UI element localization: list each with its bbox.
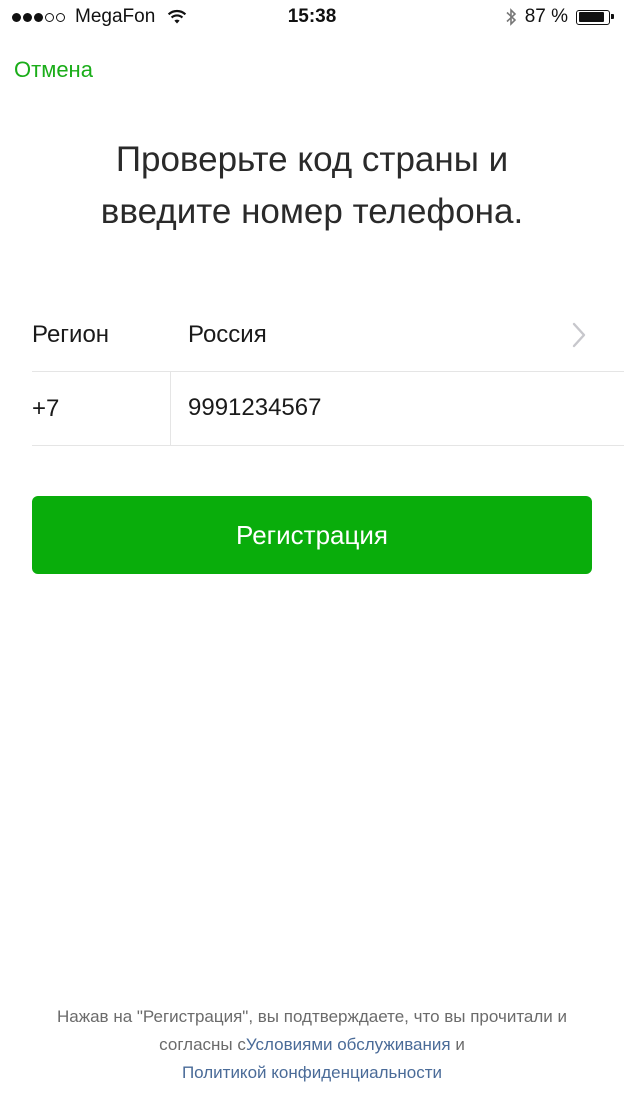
region-row[interactable]: Регион Россия [32,298,624,372]
status-bar: MegaFon 15:38 87 % [0,0,624,34]
terms-footer: Нажав на "Регистрация", вы подтверждаете… [30,1003,594,1087]
cancel-button[interactable]: Отмена [14,57,93,83]
register-button[interactable]: Регистрация [32,496,592,574]
status-bar-right: 87 % [505,6,614,28]
page-title: Проверьте код страны и введите номер тел… [40,134,584,238]
privacy-policy-link[interactable]: Политикой конфиденциальности [182,1063,442,1082]
country-code: +7 [32,395,60,422]
phone-input[interactable] [188,390,588,426]
battery-icon [576,9,614,25]
title-line-2: введите номер телефона. [100,192,524,231]
country-code-cell[interactable]: +7 [32,372,171,445]
phone-row: +7 [32,372,624,446]
title-line-1: Проверьте код страны и [115,140,509,179]
chevron-right-icon [572,322,586,348]
terms-of-service-link[interactable]: Условиями обслуживания [246,1035,451,1054]
region-label: Регион [32,321,110,348]
bluetooth-icon [506,8,516,26]
terms-and: и [450,1035,465,1054]
battery-percent: 87 % [524,6,568,27]
region-value: Россия [188,321,267,348]
